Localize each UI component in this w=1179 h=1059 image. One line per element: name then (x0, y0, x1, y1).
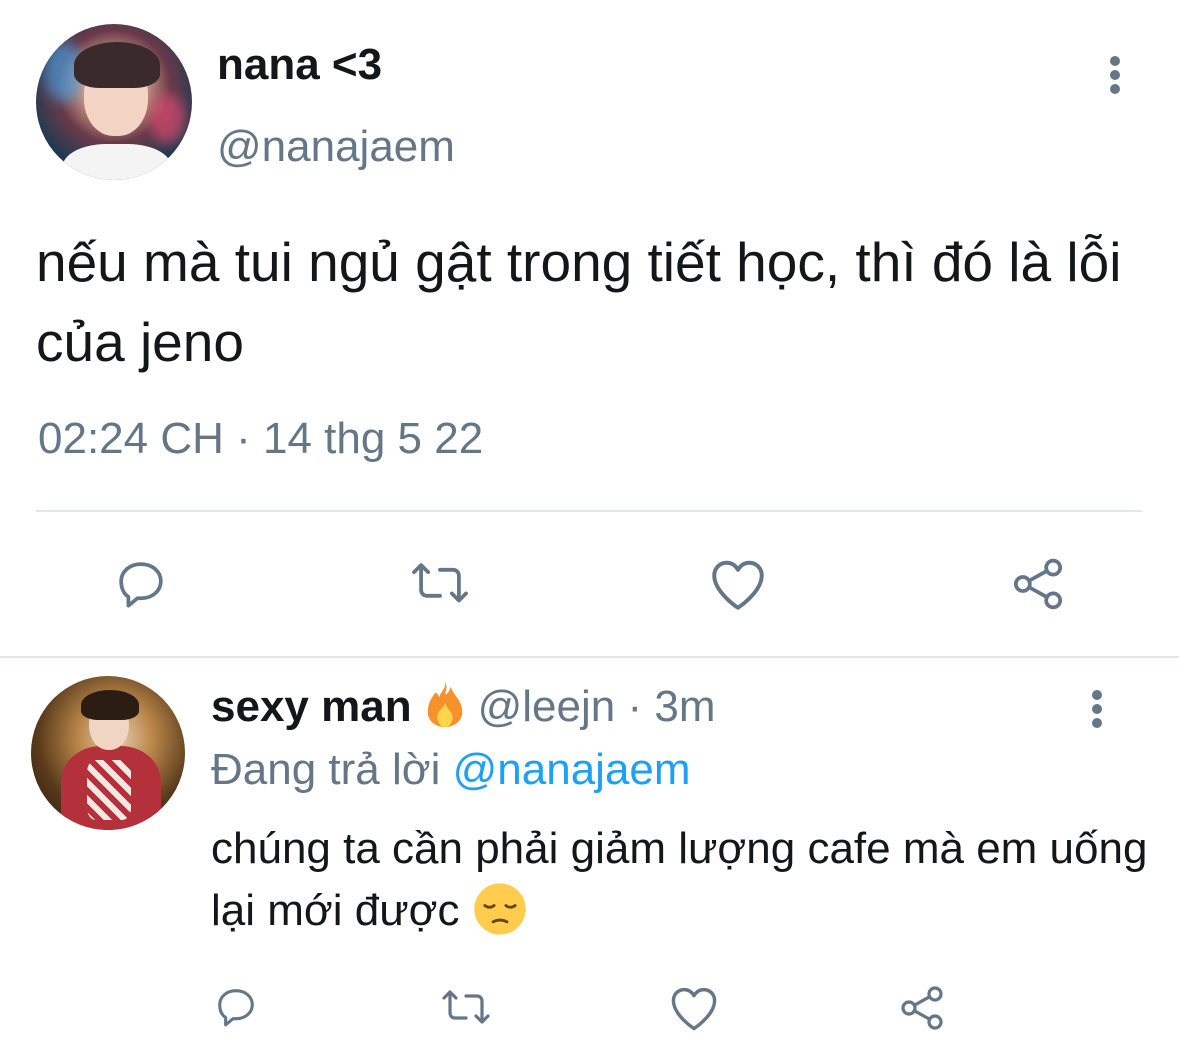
share-icon[interactable] (896, 984, 948, 1032)
replying-mention-link[interactable]: @nanajaem (453, 745, 691, 794)
reply-text-content: chúng ta cần phải giảm lượng cafe mà em … (211, 824, 1148, 935)
reply-header: sexy man @leejn · 3m (211, 678, 715, 736)
share-icon[interactable] (1008, 556, 1068, 612)
replying-label: Đang trả lời (211, 745, 441, 794)
tweet-timestamp[interactable]: 02:24 CH · 14 thg 5 22 (38, 414, 483, 464)
reply-text: chúng ta cần phải giảm lượng cafe mà em … (211, 818, 1151, 942)
reply-icon[interactable] (112, 556, 170, 612)
heart-icon[interactable] (668, 984, 720, 1032)
replying-to: Đang trả lời @nanajaem (211, 740, 691, 800)
separator-dot: · (627, 682, 643, 731)
divider (36, 510, 1142, 512)
tweet-text: nếu mà tui ngủ gật trong tiết học, thì đ… (36, 231, 1122, 373)
reply-author-avatar[interactable] (31, 676, 185, 830)
divider (0, 656, 1179, 658)
more-options-icon[interactable] (1100, 52, 1130, 98)
reply-time[interactable]: 3m (654, 682, 715, 731)
reply-display-name[interactable]: sexy man (211, 682, 412, 731)
heart-icon[interactable] (708, 556, 768, 612)
more-options-icon[interactable] (1082, 686, 1112, 732)
retweet-icon[interactable] (408, 558, 472, 610)
retweet-icon[interactable] (438, 986, 494, 1030)
author-handle[interactable]: @nanajaem (217, 122, 455, 172)
author-avatar[interactable] (36, 24, 192, 180)
reply-icon[interactable] (212, 984, 260, 1030)
reply-handle[interactable]: @leejn (478, 682, 616, 731)
author-display-name[interactable]: nana <3 (217, 40, 382, 90)
fire-emoji-icon (422, 679, 468, 729)
pensive-face-emoji-icon (472, 881, 528, 937)
